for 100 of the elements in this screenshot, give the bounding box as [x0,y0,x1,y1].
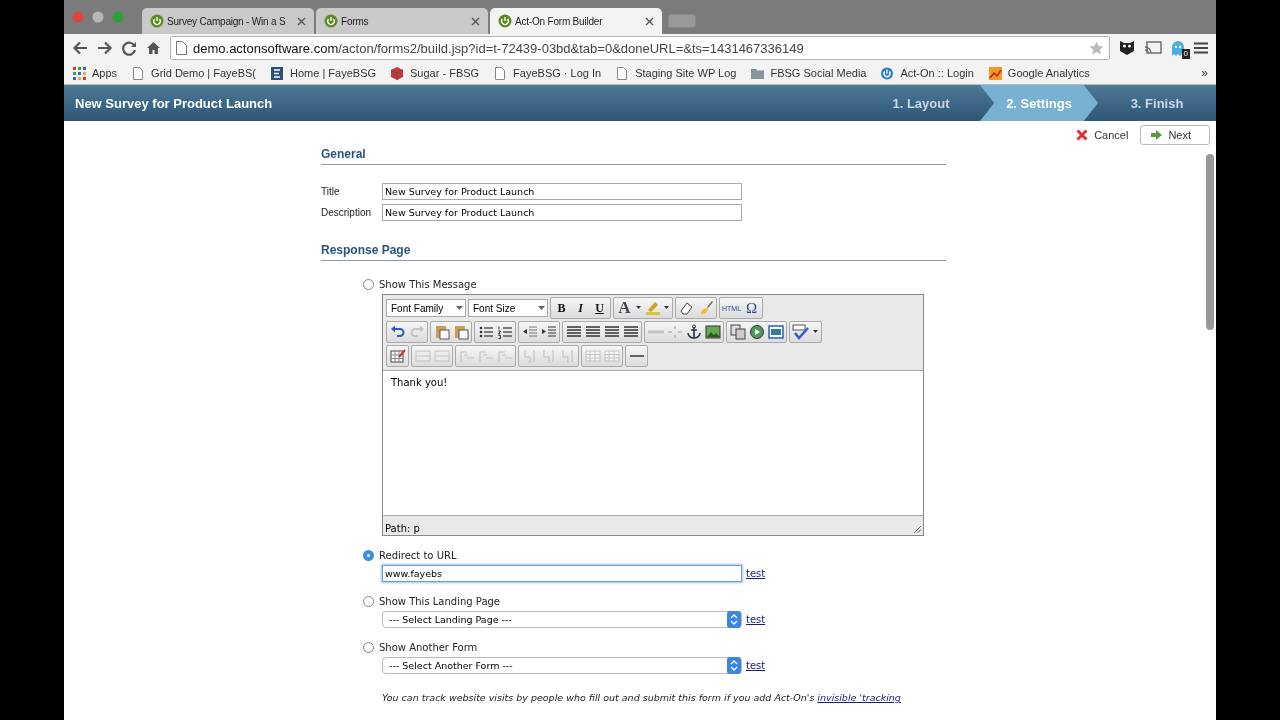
select-dropdown[interactable]: --- Select Landing Page --- [382,611,742,628]
wizard-step[interactable]: 3. Finish [1098,85,1216,121]
bookmark[interactable]: Sugar - FBSG [390,65,480,81]
cancel-button[interactable]: Cancel [1076,127,1129,143]
italic-button[interactable]: I [571,299,590,317]
chart-icon [987,65,1003,81]
align-icon[interactable] [565,324,582,340]
caret-icon [538,305,545,311]
help-text: You can track website visits by people who fill out and submit this form if you add Act-On's invisible 'tracking [382,692,902,703]
browser-tab[interactable]: Act-On Form Builder [490,8,662,34]
close-icon [1076,129,1089,141]
undo-icon[interactable] [389,324,406,340]
radio-button[interactable] [363,550,374,561]
section-heading: General [321,147,946,165]
logo-icon [270,65,286,81]
test-link[interactable]: test [746,614,766,625]
bulleted-list-icon[interactable] [477,324,494,340]
scrollbar-thumb[interactable] [1206,154,1214,330]
outdent-icon[interactable] [521,324,538,340]
field-label: Title [321,186,341,197]
image-icon[interactable] [704,324,721,340]
arrow-icon [1151,130,1163,140]
back-icon[interactable] [72,41,88,55]
tracking-link[interactable]: invisible 'tracking [817,692,901,703]
bookmark[interactable]: Google Analytics [987,65,1090,81]
option-label: Show This Message [379,279,477,290]
underline-button[interactable]: U [590,299,609,317]
address-field[interactable]: demo.actonsoftware.com/acton/forms2/build.jsp?id=t-72439-03bd&tab=0&doneURL=&ts=1431467336149 [170,36,1110,60]
url-field[interactable]: www.fayebs [382,565,742,582]
cast-icon[interactable] [1144,41,1162,55]
option-label: Show Another Form [379,642,478,653]
paste-icon[interactable] [433,324,450,340]
test-link[interactable]: test [746,568,766,579]
eraser-icon[interactable] [678,300,695,316]
paste-icon[interactable] [452,324,469,340]
text-field[interactable]: New Survey for Product Launch [382,183,742,200]
ghost-icon[interactable] [1171,40,1185,56]
page-icon [176,41,187,55]
editor-area[interactable]: Thank you! [383,371,923,515]
form-title: New Survey for Product Launch [75,95,273,111]
select-dropdown[interactable]: --- Select Another Form --- [382,657,742,674]
caret-icon [456,305,463,311]
align-icon[interactable] [622,324,639,340]
radio-button[interactable] [363,596,374,607]
dropdown[interactable]: Font Size [468,299,548,317]
close-icon[interactable] [471,16,480,26]
table-edit-icon[interactable] [389,348,406,364]
more-bookmarks-button[interactable]: » [1201,66,1208,80]
bookmark[interactable]: FayeBSG · Log In [493,65,602,81]
forward-icon[interactable] [97,41,113,55]
star-icon[interactable] [1089,41,1104,55]
browser-tab[interactable]: Survey Campaign - Win a S [142,8,314,34]
home-icon[interactable] [146,41,161,55]
close-icon[interactable] [297,16,306,26]
spellcheck-icon[interactable] [792,324,810,340]
cube-icon [390,65,406,81]
numbered-list-icon[interactable] [496,324,513,340]
power-icon [880,65,896,81]
bookmark[interactable]: Home | FayeBSG [270,65,377,81]
count-badge: 0 [1181,49,1190,59]
menu-icon[interactable] [1194,42,1208,54]
field-label: Description [321,207,373,218]
anchor-icon[interactable] [685,324,702,340]
copy-icon[interactable] [729,324,746,340]
layout-icon[interactable] [767,324,784,340]
align-icon[interactable] [584,324,601,340]
resize-handle-icon[interactable] [913,525,922,534]
bookmark[interactable]: Apps [72,65,118,81]
bookmark[interactable]: Staging Site WP Log [615,65,737,81]
stepper-icon [727,657,741,674]
wizard-step[interactable]: 1. Layout [862,85,980,121]
align-icon[interactable] [603,324,620,340]
media-icon[interactable] [748,324,765,340]
stepper-icon [727,611,741,628]
dropdown[interactable]: Font Family [386,299,466,317]
url-text: demo.actonsoftware.com/acton/forms2/build.jsp?id=t-72439-03bd&tab=0&doneURL=&ts=1431467336149 [193,40,805,56]
option-label: Show This Landing Page [379,596,500,607]
element-path: Path: p [385,523,420,534]
bookmark[interactable]: FBSG Social Media [750,65,867,81]
owl-icon[interactable] [1119,40,1135,56]
section-heading: Response Page [321,243,946,261]
special-character-button[interactable]: Ω [742,299,762,317]
browser-tab[interactable]: Forms [316,8,488,34]
apps-icon [72,65,87,81]
option-label: Redirect to URL [379,550,457,561]
radio-button[interactable] [363,642,374,653]
power-icon [150,14,164,28]
bookmark[interactable]: Act-On :: Login [880,65,974,81]
message-text: Thank you! [391,377,449,388]
indent-icon[interactable] [540,324,557,340]
next-button[interactable]: Next [1140,125,1210,145]
bookmark[interactable]: Grid Demo | FayeBS( [131,65,257,81]
test-link[interactable]: test [746,660,766,671]
text-field[interactable]: New Survey for Product Launch [382,204,742,221]
reload-icon[interactable] [122,40,137,56]
radio-button[interactable] [363,279,374,290]
bold-button[interactable]: B [552,299,571,317]
power-icon [498,14,512,28]
close-icon[interactable] [645,16,654,26]
power-icon [324,14,338,28]
